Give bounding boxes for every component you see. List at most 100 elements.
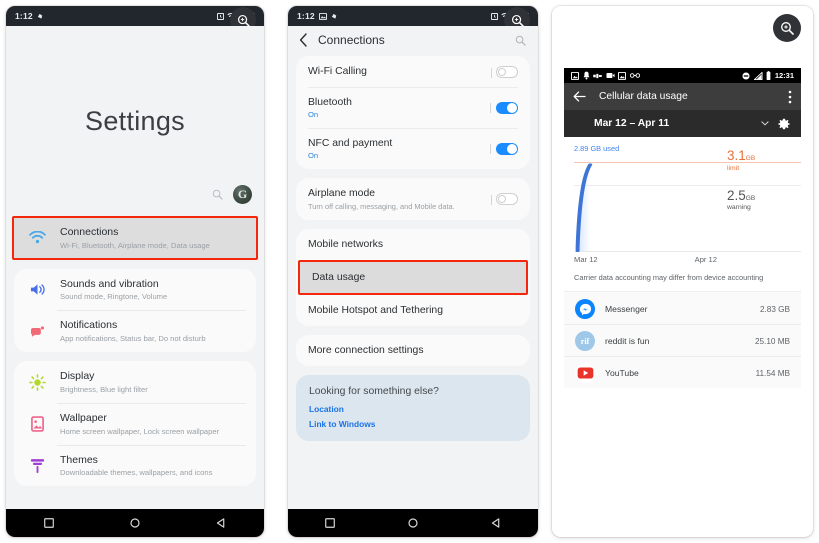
notifications-text: Notifications App notifications, Status … (60, 319, 243, 343)
toggle-nfc[interactable] (490, 142, 518, 155)
search-icon[interactable] (515, 35, 526, 46)
data-usage-highlight-box: Data usage (298, 259, 528, 295)
sidebar-item-connections[interactable]: Connections Wi-Fi, Bluetooth, Airplane m… (14, 218, 256, 258)
gear-icon[interactable] (777, 117, 791, 131)
back-icon[interactable] (216, 518, 226, 528)
row-title: Airplane mode (308, 188, 376, 199)
wallpaper-text: Wallpaper Home screen wallpaper, Lock sc… (60, 412, 243, 436)
rif-icon: rif (575, 331, 595, 351)
app-info: Messenger 2.83 GB (605, 304, 790, 314)
app-info: YouTube 11.54 MB (605, 368, 790, 378)
row-status: On (308, 110, 319, 119)
row-title: Mobile Hotspot and Tethering (308, 304, 443, 316)
chevron-left-icon[interactable] (299, 33, 308, 47)
sidebar-item-notifications[interactable]: Notifications App notifications, Status … (14, 310, 256, 352)
themes-text: Themes Downloadable themes, wallpapers, … (60, 454, 243, 478)
app-size: 11.54 MB (755, 369, 790, 378)
home-icon[interactable] (408, 518, 418, 528)
alarm-icon (217, 12, 224, 20)
alarm-icon (491, 12, 498, 20)
row-status: On (308, 151, 319, 160)
status-bar: 1:12 (288, 6, 538, 26)
app-bar: Cellular data usage (564, 83, 801, 110)
brightness-icon (26, 373, 48, 391)
setting-row-data-usage[interactable]: Data usage (300, 262, 526, 293)
limit-word: limit (727, 164, 740, 172)
connections-group-toggles: Wi-Fi Calling Bluetooth On NFC and payme… (296, 56, 530, 169)
toggle-airplane-mode[interactable] (491, 192, 518, 205)
list-item[interactable]: rif reddit is fun 25.10 MB (564, 324, 801, 356)
connections-group-airplane: Airplane mode Turn off calling, messagin… (296, 178, 530, 220)
sound-icon (26, 282, 48, 297)
item-subtitle: Brightness, Blue light filter (60, 384, 148, 394)
setting-row-nfc-and-payment[interactable]: NFC and payment On (296, 128, 530, 169)
status-time: 1:12 (297, 11, 315, 21)
date-range-bar: Mar 12 – Apr 11 (564, 110, 801, 137)
recents-icon[interactable] (44, 518, 54, 528)
mobile-networks-text: Mobile networks (308, 238, 518, 251)
notification-icon (26, 325, 48, 338)
item-title: Themes (60, 453, 98, 466)
recents-icon[interactable] (324, 518, 335, 528)
youtube-icon (575, 363, 595, 383)
search-icon[interactable] (212, 189, 223, 200)
setting-row-more-connection-settings[interactable]: More connection settings (296, 335, 530, 366)
sidebar-item-themes[interactable]: Themes Downloadable themes, wallpapers, … (14, 444, 256, 487)
setting-row-airplane-mode[interactable]: Airplane mode Turn off calling, messagin… (296, 178, 530, 220)
sidebar-item-sounds-and-vibration[interactable]: Sounds and vibration Sound mode, Rington… (14, 269, 256, 311)
airplane-text: Airplane mode Turn off calling, messagin… (308, 187, 496, 211)
date-range-label[interactable]: Mar 12 – Apr 11 (594, 118, 753, 129)
toggle-wifi-calling[interactable] (491, 65, 518, 78)
row-title: Mobile networks (308, 238, 384, 250)
status-bar-left: 1:12 (297, 11, 338, 21)
list-item[interactable]: Messenger 2.83 GB (564, 292, 801, 324)
settings-group-sound: Sounds and vibration Sound mode, Rington… (14, 268, 256, 353)
screenshot-icon (571, 71, 579, 80)
back-icon[interactable] (491, 518, 501, 528)
screenshot-icon (318, 12, 327, 20)
phone-panel-settings: 1:12 Settings G Connections Wi-Fi, Bluet… (6, 6, 264, 537)
status-time: 12:31 (774, 71, 794, 80)
arrow-left-icon[interactable] (573, 91, 586, 102)
image-icon (618, 71, 626, 80)
display-text: Display Brightness, Blue light filter (60, 370, 243, 394)
magnifier-icon[interactable] (773, 14, 801, 42)
list-item[interactable]: YouTube 11.54 MB (564, 356, 801, 388)
link-location[interactable]: Location (309, 404, 517, 414)
warning-value: 2.5GB (727, 187, 756, 203)
toggle-bluetooth[interactable] (490, 101, 518, 114)
sidebar-item-wallpaper[interactable]: Wallpaper Home screen wallpaper, Lock sc… (14, 402, 256, 445)
limit-value: 3.1GB (727, 148, 756, 163)
wifi-calling-text: Wi-Fi Calling (308, 65, 496, 78)
home-icon[interactable] (130, 518, 140, 528)
warning-unit: GB (745, 194, 756, 202)
link-link-to-windows[interactable]: Link to Windows (309, 419, 517, 429)
row-title: Data usage (312, 271, 366, 283)
vibrate-icon (37, 12, 44, 20)
app-name: reddit is fun (605, 336, 650, 346)
app-bar: Connections (288, 26, 538, 56)
warning-word: warning (727, 204, 751, 211)
chevron-down-icon[interactable] (761, 121, 769, 126)
setting-row-bluetooth[interactable]: Bluetooth On (296, 87, 530, 128)
item-subtitle: App notifications, Status bar, Do not di… (60, 334, 206, 344)
notification-icon (583, 71, 590, 80)
page-title: Connections (318, 33, 385, 47)
setting-row-mobile-networks[interactable]: Mobile networks (296, 229, 530, 260)
app-line: Messenger 2.83 GB (605, 304, 790, 314)
item-subtitle: Home screen wallpaper, Lock screen wallp… (60, 426, 220, 436)
kebab-menu-icon[interactable] (788, 90, 792, 104)
sidebar-item-display[interactable]: Display Brightness, Blue light filter (14, 361, 256, 403)
more-settings-text: More connection settings (308, 344, 518, 357)
avatar[interactable]: G (233, 185, 252, 204)
messenger-icon (575, 299, 595, 319)
navigation-bar (6, 509, 264, 537)
row-title: Bluetooth (308, 97, 352, 108)
setting-row-wifi-calling[interactable]: Wi-Fi Calling (296, 56, 530, 87)
navigation-bar (288, 509, 538, 537)
item-title: Sounds and vibration (60, 277, 159, 290)
carrier-note: Carrier data accounting may differ from … (574, 273, 764, 282)
status-bar: 12:31 (564, 68, 801, 83)
app-line: reddit is fun 25.10 MB (605, 336, 790, 346)
setting-row-mobile-hotspot-and-tethering[interactable]: Mobile Hotspot and Tethering (296, 295, 530, 326)
